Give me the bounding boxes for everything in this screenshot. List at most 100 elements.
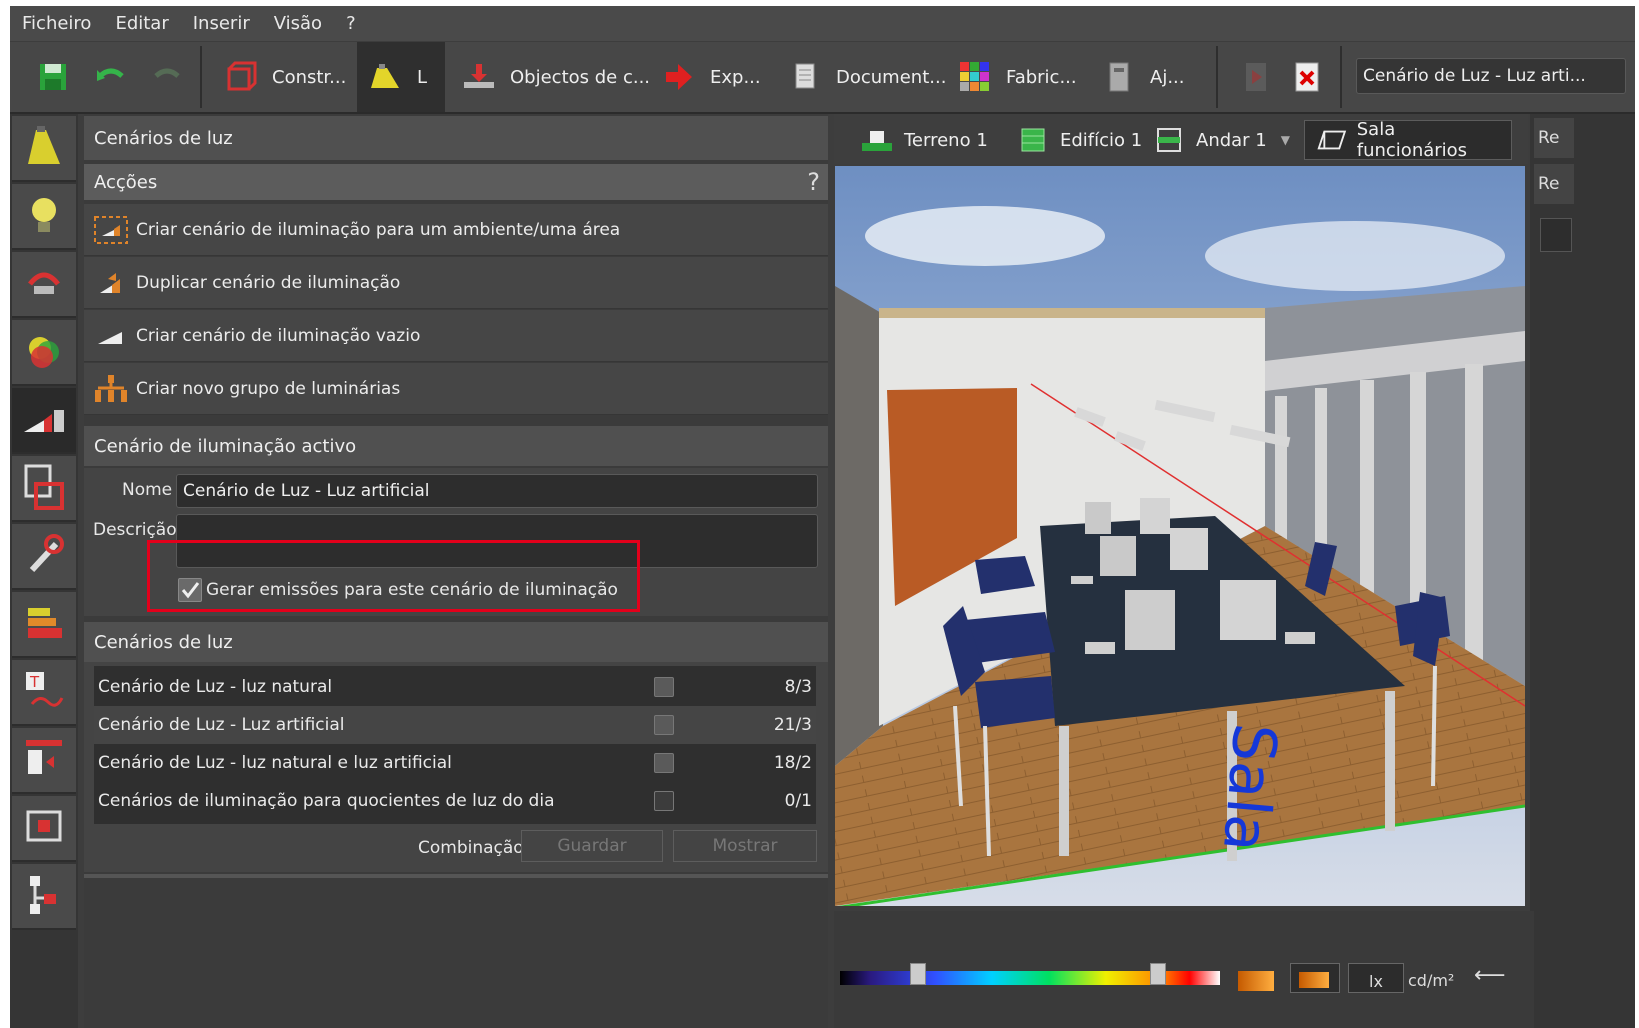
list-item[interactable]: Cenário de Luz - luz natural 8/3: [94, 668, 816, 706]
actions-header: Acções ?: [84, 164, 828, 200]
name-label: Nome: [122, 480, 173, 500]
close-document-icon: [1295, 62, 1319, 92]
tab-terrain-label: Terreno 1: [904, 129, 988, 151]
tab-terrain[interactable]: Terreno 1: [860, 120, 988, 160]
description-label: Descrição: [93, 520, 177, 540]
tab-construction[interactable]: Constr...: [224, 42, 346, 112]
right-tab-2[interactable]: Re: [1534, 164, 1574, 204]
scene-checkbox[interactable]: [654, 791, 674, 811]
insert-tool-button[interactable]: [12, 728, 76, 794]
menu-insert[interactable]: Inserir: [181, 13, 262, 34]
tab-objects-label: Objectos de c...: [510, 66, 651, 88]
menu-bar: Ficheiro Editar Inserir Visão ?: [10, 6, 1635, 41]
save-button[interactable]: [36, 42, 84, 112]
tab-construction-label: Constr...: [272, 66, 347, 88]
menu-edit[interactable]: Editar: [103, 13, 180, 34]
light-scene-tool-button[interactable]: [12, 388, 76, 454]
play-icon: [1246, 63, 1266, 91]
panel-divider: [84, 874, 828, 878]
svg-text:T: T: [29, 673, 40, 691]
3d-viewport[interactable]: Sala: [835, 166, 1525, 906]
duplicate-scene-icon: [94, 268, 128, 298]
tab-light[interactable]: L: [357, 42, 445, 112]
tab-building-label: Edifício 1: [1060, 129, 1143, 151]
luminaire-icon: [28, 126, 60, 164]
app-window: Ficheiro Editar Inserir Visão ? Constr..…: [10, 6, 1635, 1028]
text-annotation-icon: T: [26, 672, 64, 707]
unit-luminance-label[interactable]: cd/m²: [1408, 971, 1454, 990]
layers-tool-button[interactable]: [12, 592, 76, 658]
tools-button[interactable]: [12, 524, 76, 590]
menu-view[interactable]: Visão: [262, 13, 334, 34]
luminaire-tool-button[interactable]: [12, 116, 76, 182]
tab-floor[interactable]: Andar 1 ▼: [1152, 120, 1290, 160]
highlight-box: [147, 540, 640, 612]
scale-min-slider[interactable]: [910, 963, 926, 985]
cancel-calculation-button[interactable]: [1290, 42, 1338, 112]
create-area-scene-icon: [94, 215, 128, 245]
room-floor-label: Sala: [1209, 721, 1290, 855]
scene-name-input[interactable]: Cenário de Luz - Luz artificial: [176, 474, 818, 508]
action-create-luminaire-group[interactable]: Criar novo grupo de luminárias: [84, 363, 828, 415]
scene-count: 18/2: [773, 753, 812, 773]
help-icon[interactable]: ?: [807, 168, 820, 196]
scene-checkbox[interactable]: [654, 753, 674, 773]
tab-export[interactable]: Exp...: [662, 42, 761, 112]
color-tool-button[interactable]: [12, 320, 76, 386]
toolbar-separator: [1340, 46, 1342, 108]
show-combination-button[interactable]: Mostrar: [673, 830, 817, 862]
tab-manufacturers[interactable]: Fabric...: [958, 42, 1077, 112]
room-icon: [1317, 130, 1347, 150]
list-item[interactable]: Cenários de iluminação para quocientes d…: [94, 782, 816, 820]
building-icon: [1021, 128, 1045, 152]
redo-button[interactable]: [150, 42, 198, 112]
start-calculation-button[interactable]: [1240, 42, 1288, 112]
tab-room[interactable]: Sala funcionários: [1304, 119, 1512, 161]
action-duplicate-scene[interactable]: Duplicar cenário de iluminação: [84, 257, 828, 309]
menu-file[interactable]: Ficheiro: [10, 13, 103, 34]
scene-dropdown[interactable]: Cenário de Luz - Luz arti...: [1356, 58, 1626, 94]
measure-tool-button[interactable]: [12, 252, 76, 318]
palette-selected[interactable]: [1290, 963, 1340, 993]
menu-help[interactable]: ?: [334, 13, 368, 34]
construction-cube-icon: [227, 61, 257, 91]
action-create-room-scene[interactable]: Criar cenário de iluminação para um ambi…: [84, 204, 828, 256]
back-arrow-icon[interactable]: ⟵: [1474, 963, 1506, 988]
tab-building[interactable]: Edifício 1: [1016, 120, 1142, 160]
scenes-list: Cenário de Luz - luz natural 8/3 Cenário…: [94, 666, 816, 824]
text-tool-button[interactable]: T: [12, 660, 76, 726]
action-create-empty-scene[interactable]: Criar cenário de iluminação vazio: [84, 310, 828, 362]
scene-checkbox[interactable]: [654, 715, 674, 735]
tab-objects[interactable]: Objectos de c...: [462, 42, 650, 112]
toolbar-separator: [200, 46, 202, 108]
tab-light-label: L: [417, 66, 428, 88]
unit-lux-button[interactable]: lx: [1348, 963, 1404, 993]
frame-tool-button[interactable]: [12, 796, 76, 862]
tab-settings[interactable]: Aj...: [1102, 42, 1184, 112]
action-label: Criar cenário de iluminação para um ambi…: [136, 219, 621, 240]
scene-name: Cenários de iluminação para quocientes d…: [98, 791, 555, 811]
layers-icon: [28, 608, 62, 638]
hierarchy-icon: [30, 876, 56, 914]
tree-tool-button[interactable]: [12, 864, 76, 930]
right-tab-1[interactable]: Re: [1534, 118, 1574, 158]
chevron-down-icon[interactable]: ▼: [1281, 133, 1290, 147]
room-render: Sala: [835, 166, 1525, 906]
save-combination-button[interactable]: Guardar: [521, 830, 663, 862]
false-color-bar: lx cd/m² ⟵: [834, 911, 1534, 1028]
main-toolbar: Constr... L Objectos de c... Exp... Docu…: [10, 42, 1635, 114]
color-circles-icon: [29, 337, 59, 368]
combination-label: Combinação: [418, 838, 524, 858]
list-item[interactable]: Cenário de Luz - luz natural e luz artif…: [94, 744, 816, 782]
list-item[interactable]: Cenário de Luz - Luz artificial 21/3: [94, 706, 816, 744]
scene-count: 8/3: [784, 677, 812, 697]
undo-button[interactable]: [94, 42, 142, 112]
tab-documents[interactable]: Document...: [788, 42, 946, 112]
palette-orange-icon[interactable]: [1238, 971, 1274, 991]
scale-max-slider[interactable]: [1150, 963, 1166, 985]
room-plan-tool-button[interactable]: [12, 456, 76, 522]
settings-panel-icon: [1109, 62, 1129, 92]
right-input[interactable]: [1540, 218, 1572, 252]
scene-checkbox[interactable]: [654, 677, 674, 697]
bulb-tool-button[interactable]: [12, 184, 76, 250]
